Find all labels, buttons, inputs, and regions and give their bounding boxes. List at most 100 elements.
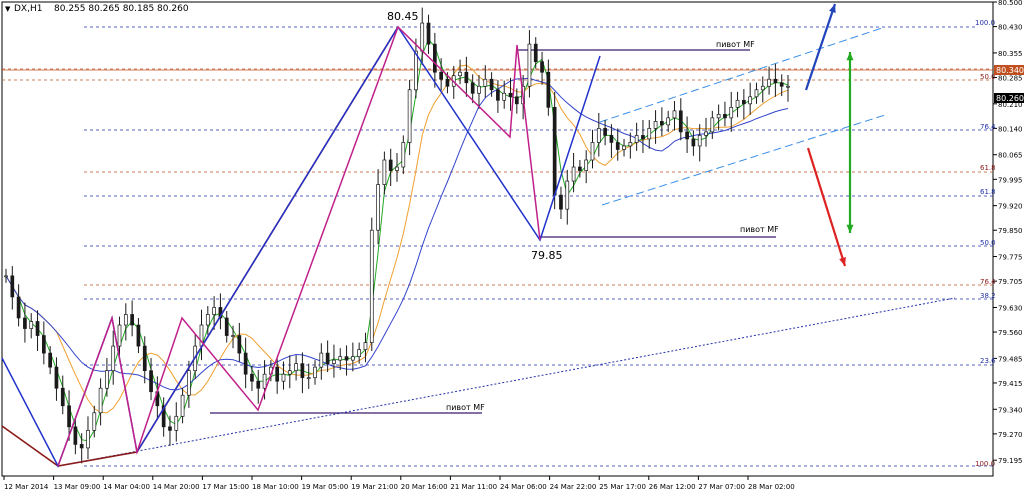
candle-body <box>426 22 431 45</box>
candle-body <box>634 135 639 143</box>
candle-body <box>212 307 216 315</box>
candle-body <box>483 78 488 87</box>
candle-body <box>697 135 702 147</box>
fib-label: 50.0 <box>980 239 996 247</box>
candle-body <box>704 131 708 136</box>
candle-body <box>306 377 311 380</box>
candle-body <box>489 78 494 91</box>
y-tick-label: 79.560 <box>998 329 1023 337</box>
candle-body <box>48 352 52 368</box>
candle-body <box>300 363 305 379</box>
pivot-label: пивот MF <box>716 40 755 49</box>
candle-body <box>786 85 790 88</box>
candle-body <box>685 131 689 140</box>
candle-body <box>590 142 595 161</box>
candle-body <box>653 121 658 129</box>
y-tick-label: 79.340 <box>998 406 1023 414</box>
candle-body <box>275 366 280 382</box>
candle-body <box>281 373 286 382</box>
candle-body <box>41 335 46 354</box>
candle-body <box>666 117 671 126</box>
candle-body <box>319 352 324 368</box>
ohlc-values: 80.255 80.265 80.185 80.260 <box>54 4 189 14</box>
candle-body <box>742 99 746 105</box>
candle-body <box>332 359 336 364</box>
candle-body <box>552 106 557 196</box>
candle-body <box>615 142 620 150</box>
candle-body <box>237 335 242 354</box>
fib-label: 61.8 <box>980 188 996 196</box>
candle-body <box>357 349 362 357</box>
candle-body <box>729 106 734 119</box>
x-tick-label: 25 Mar 17:00 <box>599 483 646 491</box>
candle-body <box>527 43 532 87</box>
candle-body <box>432 43 437 73</box>
candle-body <box>754 89 759 98</box>
y-tick-label: 79.630 <box>998 304 1023 312</box>
candle-body <box>647 128 652 140</box>
x-tick-label: 19 Mar 05:00 <box>302 483 349 491</box>
candle-body <box>105 370 109 389</box>
x-tick-label: 13 Mar 09:00 <box>54 483 101 491</box>
candle-body <box>174 415 179 431</box>
candle-body <box>287 370 292 375</box>
candle-body <box>149 370 153 393</box>
y-tick-label: 79.485 <box>998 355 1023 363</box>
peak-label: 80.45 <box>387 10 419 23</box>
x-tick-label: 24 Mar 06:00 <box>500 483 547 491</box>
candle-body <box>622 145 626 150</box>
candle-body <box>508 92 513 98</box>
y-tick-label: 79.995 <box>998 176 1023 184</box>
candle-body <box>388 159 393 171</box>
dropdown-icon[interactable]: ▼ <box>5 5 11 13</box>
y-tick-label: 80.140 <box>998 125 1023 133</box>
x-tick-label: 26 Mar 12:00 <box>649 483 696 491</box>
candle-body <box>54 366 59 389</box>
x-tick-label: 20 Mar 16:00 <box>401 483 448 491</box>
y-tick-label: 79.195 <box>998 457 1023 465</box>
candle-body <box>35 321 40 336</box>
candle-body <box>628 142 633 147</box>
candle-body <box>546 71 551 108</box>
candle-body <box>60 387 65 407</box>
candle-body <box>735 99 740 108</box>
candle-body <box>533 43 538 63</box>
candle-body <box>79 444 84 449</box>
fib-label: 100.0 <box>975 460 995 468</box>
candle-body <box>369 229 374 343</box>
y-tick-label: 79.270 <box>998 431 1023 439</box>
y-tick-label: 80.355 <box>998 50 1023 58</box>
candle-body <box>779 82 784 87</box>
candle-body <box>407 89 412 143</box>
candle-body <box>123 314 128 326</box>
x-tick-label: 14 Mar 20:00 <box>153 483 200 491</box>
candle-body <box>142 345 147 372</box>
candle-body <box>514 96 519 105</box>
candle-body <box>294 363 298 372</box>
candle-body <box>767 78 771 87</box>
candle-body <box>458 71 462 77</box>
candle-body <box>584 159 589 171</box>
candle-body <box>363 342 368 350</box>
candle-body <box>256 380 261 389</box>
candle-body <box>92 412 97 431</box>
candle-body <box>231 335 235 337</box>
candle-body <box>678 110 683 133</box>
pivot-label: пивот MF <box>446 403 485 412</box>
y-tick-label: 80.285 <box>998 74 1023 82</box>
candle-body <box>603 128 607 136</box>
candle-body <box>660 121 664 126</box>
fib-label: 38.2 <box>980 292 996 300</box>
candle-body <box>73 426 78 445</box>
candle-body <box>111 345 116 372</box>
candle-body <box>187 370 191 396</box>
x-tick-label: 18 Mar 10:00 <box>252 483 299 491</box>
x-tick-label: 19 Mar 21:00 <box>351 483 398 491</box>
y-tick-label: 79.850 <box>998 227 1023 235</box>
candle-body <box>130 314 134 326</box>
candle-body <box>313 366 317 379</box>
y-tick-label: 79.920 <box>998 203 1023 211</box>
candle-body <box>439 71 443 80</box>
candle-body <box>609 135 614 143</box>
candle-body <box>351 356 355 361</box>
